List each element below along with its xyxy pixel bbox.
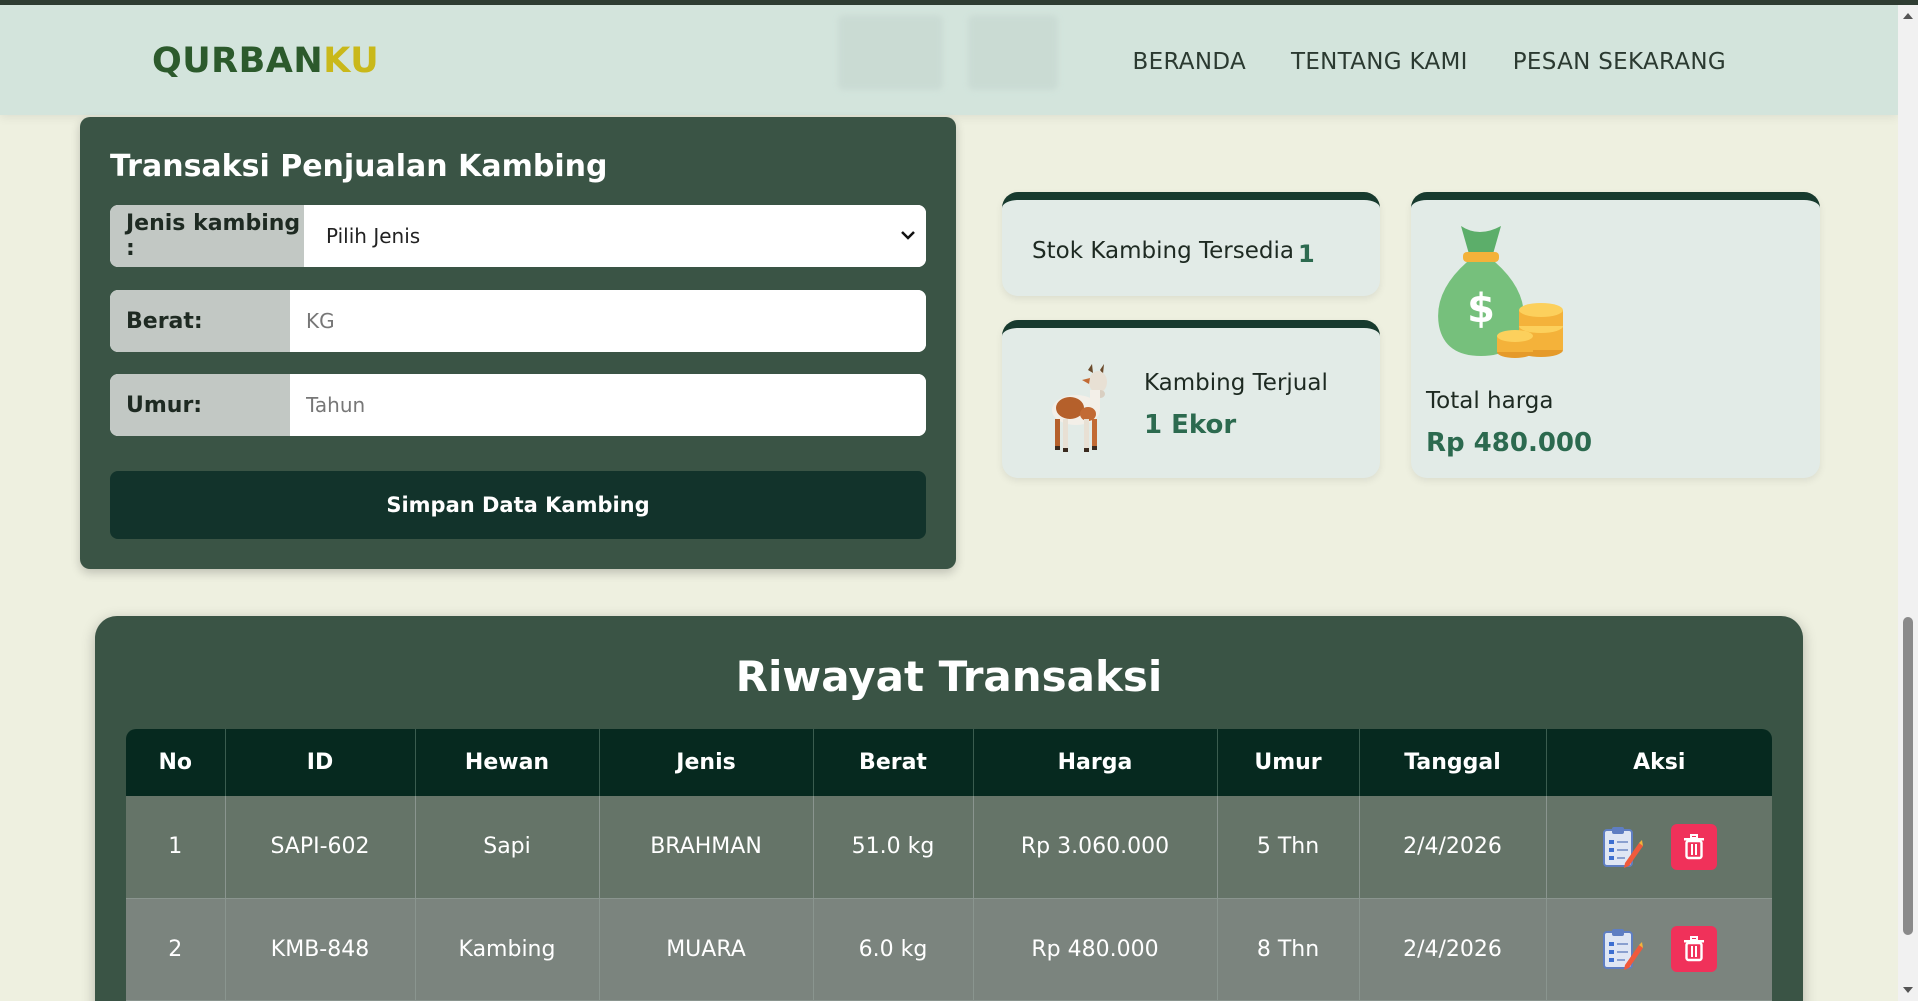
edit-clipboard-icon[interactable] <box>1601 825 1644 869</box>
delete-button[interactable] <box>1671 823 1718 870</box>
edit-clipboard-icon[interactable] <box>1601 927 1644 971</box>
cell-id: KMB-848 <box>225 898 416 1001</box>
history-table: No ID Hewan Jenis Berat Harga Umur Tangg… <box>126 729 1772 1001</box>
cell-tanggal: 2/4/2026 <box>1359 796 1547 899</box>
umur-label: Umur: <box>110 374 290 436</box>
cell-no: 2 <box>126 898 226 1001</box>
cell-tanggal: 2/4/2026 <box>1359 898 1547 1001</box>
svg-text:$: $ <box>1467 286 1495 332</box>
goat-icon <box>1052 364 1107 452</box>
nav-link-pesan-sekarang[interactable]: PESAN SEKARANG <box>1513 49 1726 75</box>
berat-field: Berat: <box>110 290 926 352</box>
header-hewan: Hewan <box>415 729 600 796</box>
header-id: ID <box>225 729 416 796</box>
cell-no: 1 <box>126 796 226 899</box>
page-scrollbar[interactable] <box>1898 5 1918 1001</box>
history-title: Riwayat Transaksi <box>735 652 1163 701</box>
cell-berat: 51.0 kg <box>813 796 974 899</box>
total-price-card: $ Total harga Rp 480.000 <box>1411 192 1820 478</box>
berat-label: Berat: <box>110 290 290 352</box>
cell-hewan: Sapi <box>415 796 600 899</box>
transaction-history-card: Riwayat Transaksi No ID Hewan Jenis Bera… <box>95 616 1803 1001</box>
header-harga: Harga <box>973 729 1218 796</box>
cell-jenis: BRAHMAN <box>599 796 814 899</box>
brand-text-main: QURBAN <box>152 41 324 81</box>
trash-icon <box>1684 833 1705 859</box>
header-jenis: Jenis <box>599 729 814 796</box>
cell-aksi <box>1546 898 1772 1001</box>
total-price-value: Rp 480.000 <box>1426 428 1593 458</box>
scrollbar-thumb[interactable] <box>1903 617 1913 935</box>
header-no: No <box>126 729 226 796</box>
cell-id: SAPI-602 <box>225 796 416 899</box>
stock-value: 1 <box>1298 240 1315 268</box>
cell-umur: 8 Thn <box>1217 898 1360 1001</box>
table-row: 1 SAPI-602 Sapi BRAHMAN 51.0 kg Rp 3.060… <box>126 796 1772 899</box>
cell-berat: 6.0 kg <box>813 898 974 1001</box>
chevron-down-icon <box>901 231 915 240</box>
header-tanggal: Tanggal <box>1359 729 1547 796</box>
save-goat-button[interactable]: Simpan Data Kambing <box>110 471 926 539</box>
nav-links: BERANDA TENTANG KAMI PESAN SEKARANG <box>1133 49 1726 75</box>
cell-hewan: Kambing <box>415 898 600 1001</box>
umur-input[interactable] <box>290 374 926 436</box>
brand-logo[interactable]: QURBANKU <box>152 41 379 81</box>
sales-form-card: Transaksi Penjualan Kambing Jenis kambin… <box>80 117 956 569</box>
cell-aksi <box>1546 796 1772 899</box>
umur-field: Umur: <box>110 374 926 436</box>
money-bag-icon: $ <box>1438 226 1563 358</box>
sold-value: 1 Ekor <box>1144 410 1237 440</box>
stock-label: Stok Kambing Tersedia <box>1032 238 1294 264</box>
total-price-label: Total harga <box>1426 388 1554 414</box>
jenis-label: Jenis kambing : <box>110 205 304 267</box>
history-table-wrapper: No ID Hewan Jenis Berat Harga Umur Tangg… <box>126 729 1772 1001</box>
jenis-select[interactable]: Pilih Jenis <box>304 205 926 267</box>
nav-link-beranda[interactable]: BERANDA <box>1133 49 1246 75</box>
table-header-row: No ID Hewan Jenis Berat Harga Umur Tangg… <box>126 729 1772 796</box>
blurred-overlay <box>968 15 1058 90</box>
cell-harga: Rp 3.060.000 <box>973 796 1218 899</box>
blurred-overlay <box>838 15 943 90</box>
sold-card: Kambing Terjual 1 Ekor <box>1002 320 1380 478</box>
cell-harga: Rp 480.000 <box>973 898 1218 1001</box>
header-berat: Berat <box>813 729 974 796</box>
brand-text-accent: KU <box>323 41 380 81</box>
scroll-up-arrow-icon[interactable] <box>1903 13 1913 19</box>
header-umur: Umur <box>1217 729 1360 796</box>
jenis-field: Jenis kambing : Pilih Jenis <box>110 205 926 267</box>
delete-button[interactable] <box>1671 926 1718 972</box>
navbar: QURBANKU BERANDA TENTANG KAMI PESAN SEKA… <box>0 5 1898 115</box>
berat-input[interactable] <box>290 290 926 352</box>
trash-icon <box>1684 936 1705 962</box>
stock-card: Stok Kambing Tersedia 1 <box>1002 192 1380 296</box>
cell-jenis: MUARA <box>599 898 814 1001</box>
table-row: 2 KMB-848 Kambing MUARA 6.0 kg Rp 480.00… <box>126 898 1772 1001</box>
header-aksi: Aksi <box>1546 729 1772 796</box>
scroll-down-arrow-icon[interactable] <box>1903 987 1913 993</box>
nav-link-tentang-kami[interactable]: TENTANG KAMI <box>1291 49 1468 75</box>
sold-label: Kambing Terjual <box>1144 370 1328 396</box>
form-title: Transaksi Penjualan Kambing <box>110 149 608 184</box>
cell-umur: 5 Thn <box>1217 796 1360 899</box>
